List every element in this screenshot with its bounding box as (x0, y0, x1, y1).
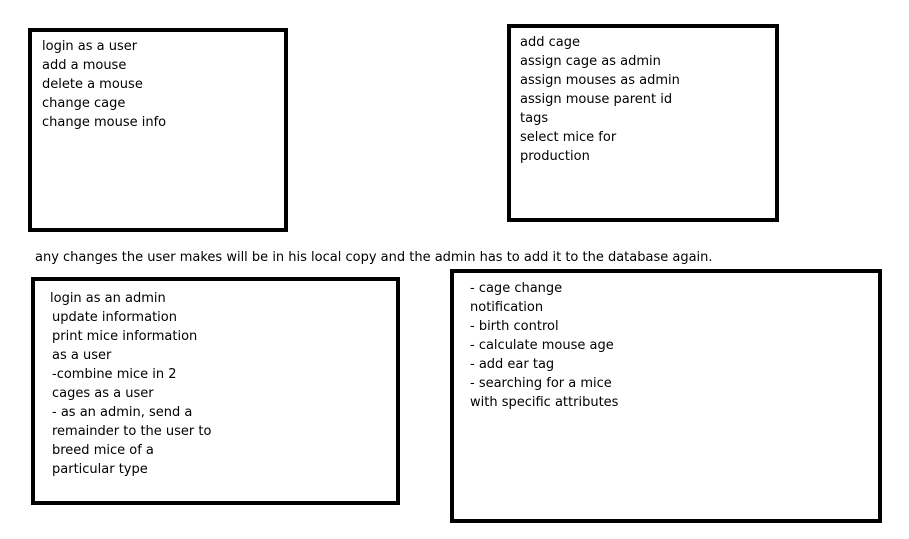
admin-actions-line: assign mouse parent id (520, 92, 673, 107)
admin-actions-line: tags (520, 111, 549, 126)
admin-user-actions-line: as a user (52, 348, 112, 363)
features-line: notification (470, 300, 544, 315)
features-line: - searching for a mice (470, 376, 612, 391)
admin-user-actions-box: login as an admin update information pri… (31, 277, 400, 505)
admin-user-actions-line: login as an admin (50, 291, 166, 306)
local-copy-note: any changes the user makes will be in hi… (35, 250, 713, 265)
admin-user-actions-line: update information (52, 310, 177, 325)
admin-user-actions-list: login as an admin update information pri… (50, 289, 211, 479)
admin-user-actions-line: - as an admin, send a (52, 405, 193, 420)
admin-user-actions-line: breed mice of a (52, 443, 154, 458)
user-actions-list: login as a user add a mouse delete a mou… (42, 37, 166, 132)
admin-actions-box: add cage assign cage as admin assign mou… (507, 24, 779, 222)
user-actions-line: change cage (42, 96, 126, 111)
admin-user-actions-line: -combine mice in 2 (52, 367, 177, 382)
admin-actions-line: add cage (520, 35, 580, 50)
user-actions-line: delete a mouse (42, 77, 143, 92)
admin-actions-line: assign cage as admin (520, 54, 661, 69)
user-actions-line: add a mouse (42, 58, 127, 73)
user-actions-line: change mouse info (42, 115, 167, 130)
admin-user-actions-line: cages as a user (52, 386, 154, 401)
features-line: with specific attributes (470, 395, 619, 410)
user-actions-line: login as a user (42, 39, 138, 54)
user-actions-box: login as a user add a mouse delete a mou… (28, 28, 288, 232)
features-line: - add ear tag (470, 357, 555, 372)
features-list: - cage change notification - birth contr… (470, 279, 618, 412)
admin-user-actions-line: particular type (52, 462, 148, 477)
admin-actions-line: select mice for (520, 130, 617, 145)
features-line: - birth control (470, 319, 559, 334)
admin-user-actions-line: print mice information (52, 329, 198, 344)
features-box: - cage change notification - birth contr… (450, 269, 882, 523)
features-line: - calculate mouse age (470, 338, 614, 353)
admin-user-actions-line: remainder to the user to (52, 424, 212, 439)
admin-actions-line: assign mouses as admin (520, 73, 680, 88)
admin-actions-line: production (520, 149, 590, 164)
features-line: - cage change (470, 281, 563, 296)
admin-actions-list: add cage assign cage as admin assign mou… (520, 33, 680, 166)
